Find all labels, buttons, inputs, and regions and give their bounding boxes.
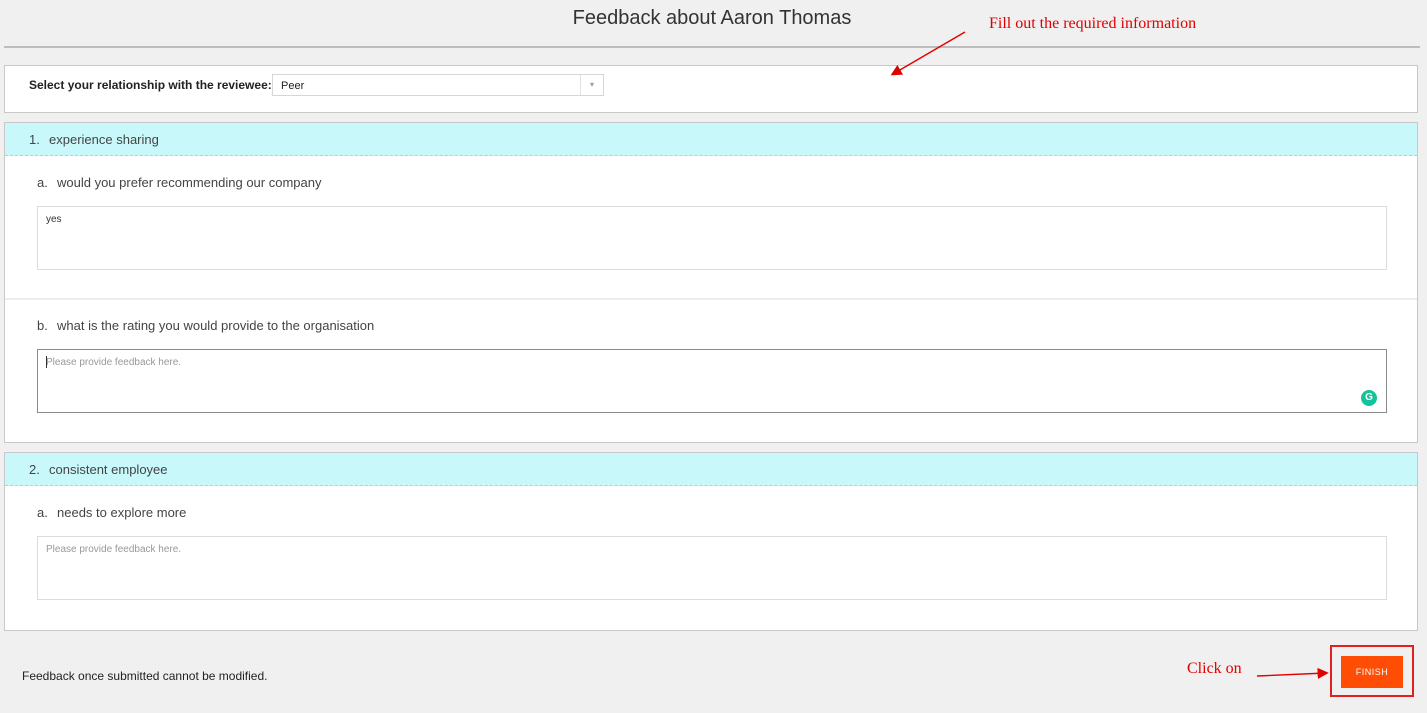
relationship-select[interactable]: Peer ▾ (272, 74, 604, 96)
section-number: 2. (29, 462, 40, 477)
feedback-textarea[interactable]: yes (37, 206, 1387, 270)
question-divider (5, 298, 1417, 300)
section-header-2: 2. consistent employee (5, 453, 1417, 486)
feedback-textarea[interactable]: Please provide feedback here. G (37, 349, 1387, 413)
feedback-placeholder: Please provide feedback here. (46, 357, 182, 368)
question-letter: a. (37, 175, 48, 190)
submission-note: Feedback once submitted cannot be modifi… (22, 669, 268, 683)
question-text: what is the rating you would provide to … (57, 318, 375, 333)
feedback-placeholder: Please provide feedback here. (46, 544, 182, 555)
relationship-select-value: Peer (281, 80, 305, 92)
arrow-to-finish-icon (1256, 667, 1329, 679)
relationship-card: Select your relationship with the review… (4, 65, 1418, 113)
chevron-down-icon[interactable]: ▾ (580, 75, 603, 95)
annotation-click-on: Click on (1187, 660, 1242, 677)
question-label: a. would you prefer recommending our comp… (37, 175, 321, 190)
feedback-textarea[interactable]: Please provide feedback here. (37, 536, 1387, 600)
question-label: a. needs to explore more (37, 505, 186, 520)
section-card-1: 1. experience sharing a. would you prefer… (4, 122, 1418, 443)
title-divider (4, 46, 1420, 48)
section-header-1: 1. experience sharing (5, 123, 1417, 156)
section-title: experience sharing (49, 132, 159, 147)
section-number: 1. (29, 132, 40, 147)
text-caret (46, 356, 47, 368)
question-text: needs to explore more (57, 505, 187, 520)
feedback-answer: yes (46, 214, 62, 225)
section-card-2: 2. consistent employee a. needs to explor… (4, 452, 1418, 631)
question-letter: b. (37, 318, 48, 333)
page-title: Feedback about Aaron Thomas (572, 7, 852, 29)
section-title: consistent employee (49, 462, 168, 477)
grammarly-icon[interactable]: G (1361, 390, 1377, 406)
question-letter: a. (37, 505, 48, 520)
question-text: would you prefer recommending our compan… (57, 175, 322, 190)
relationship-label: Select your relationship with the review… (29, 78, 272, 92)
finish-highlight-box (1330, 645, 1414, 697)
question-label: b. what is the rating you would provide t… (37, 318, 374, 333)
annotation-fill-out: Fill out the required information (989, 15, 1197, 32)
